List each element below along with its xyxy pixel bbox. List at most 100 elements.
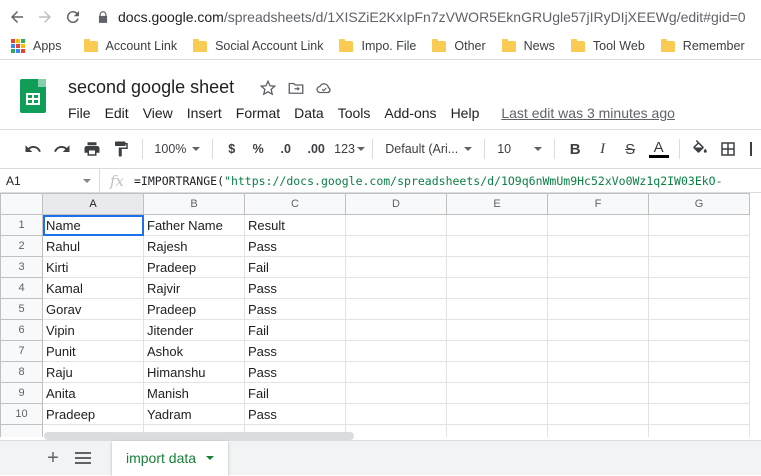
formula-input[interactable]: =IMPORTRANGE("https://docs.google.com/sp… bbox=[134, 174, 723, 188]
name-box[interactable]: A1 bbox=[0, 168, 100, 193]
cell[interactable]: Kirti bbox=[42, 256, 144, 278]
column-header-c[interactable]: C bbox=[244, 193, 346, 215]
cell[interactable] bbox=[547, 319, 649, 341]
reload-icon[interactable] bbox=[62, 6, 84, 28]
cell[interactable] bbox=[446, 340, 548, 362]
cell[interactable] bbox=[648, 214, 750, 236]
cell[interactable]: Punit bbox=[42, 340, 144, 362]
cell[interactable] bbox=[446, 298, 548, 320]
cell[interactable] bbox=[345, 424, 447, 437]
row-header[interactable]: 9 bbox=[0, 382, 43, 404]
cloud-status-icon[interactable] bbox=[314, 78, 334, 98]
menu-help[interactable]: Help bbox=[451, 105, 480, 121]
row-header[interactable]: 10 bbox=[0, 403, 43, 425]
percent-format-button[interactable]: % bbox=[244, 135, 272, 163]
cell[interactable]: Pass bbox=[244, 361, 346, 383]
forward-icon[interactable] bbox=[34, 6, 56, 28]
row-header[interactable]: 8 bbox=[0, 361, 43, 383]
italic-button[interactable]: I bbox=[589, 135, 617, 163]
cell[interactable] bbox=[446, 235, 548, 257]
cell[interactable] bbox=[547, 424, 649, 437]
cell[interactable] bbox=[446, 214, 548, 236]
cell[interactable] bbox=[446, 277, 548, 299]
menu-add-ons[interactable]: Add-ons bbox=[384, 105, 436, 121]
cell[interactable] bbox=[345, 298, 447, 320]
bookmark-tool-web[interactable]: Tool Web bbox=[570, 38, 645, 53]
cell[interactable]: Pass bbox=[244, 340, 346, 362]
cell[interactable] bbox=[345, 235, 447, 257]
bookmark-apps[interactable]: Apps bbox=[33, 39, 62, 53]
cell[interactable] bbox=[345, 256, 447, 278]
cell[interactable]: Kamal bbox=[42, 277, 144, 299]
cell[interactable]: Ashok bbox=[143, 340, 245, 362]
cell[interactable] bbox=[345, 361, 447, 383]
menu-insert[interactable]: Insert bbox=[187, 105, 222, 121]
menu-view[interactable]: View bbox=[143, 105, 173, 121]
bookmark-news[interactable]: News bbox=[501, 38, 555, 53]
cell[interactable]: Rajesh bbox=[143, 235, 245, 257]
redo-icon[interactable] bbox=[47, 135, 76, 163]
increase-decimal-button[interactable]: .00 bbox=[299, 135, 332, 163]
text-color-button[interactable]: A bbox=[644, 135, 673, 163]
cell[interactable]: Result bbox=[244, 214, 346, 236]
back-icon[interactable] bbox=[6, 6, 28, 28]
cell[interactable] bbox=[446, 424, 548, 437]
last-edit-link[interactable]: Last edit was 3 minutes ago bbox=[501, 105, 675, 121]
cell[interactable] bbox=[547, 382, 649, 404]
cell[interactable] bbox=[648, 277, 750, 299]
cell[interactable] bbox=[345, 403, 447, 425]
bookmark-account-link[interactable]: Account Link bbox=[83, 38, 177, 53]
select-all-corner[interactable] bbox=[0, 193, 43, 215]
star-icon[interactable] bbox=[258, 78, 278, 98]
menu-format[interactable]: Format bbox=[236, 105, 280, 121]
cell[interactable] bbox=[648, 382, 750, 404]
cell[interactable] bbox=[345, 382, 447, 404]
column-header-a[interactable]: A bbox=[42, 193, 144, 215]
cell[interactable] bbox=[547, 298, 649, 320]
row-header[interactable] bbox=[0, 424, 43, 437]
cell[interactable] bbox=[345, 277, 447, 299]
more-formats-button[interactable]: 123 bbox=[333, 135, 366, 163]
cell[interactable]: Rajvir bbox=[143, 277, 245, 299]
cell[interactable] bbox=[547, 256, 649, 278]
cell[interactable] bbox=[446, 319, 548, 341]
cell[interactable]: Pradeep bbox=[42, 403, 144, 425]
row-header[interactable]: 4 bbox=[0, 277, 43, 299]
cell[interactable] bbox=[547, 277, 649, 299]
cell[interactable]: Pradeep bbox=[143, 256, 245, 278]
cell[interactable]: Jitender bbox=[143, 319, 245, 341]
fill-color-icon[interactable] bbox=[686, 135, 714, 163]
cell[interactable] bbox=[446, 382, 548, 404]
doc-title[interactable]: second google sheet bbox=[68, 77, 234, 98]
column-header-e[interactable]: E bbox=[446, 193, 548, 215]
strikethrough-button[interactable]: S bbox=[616, 135, 644, 163]
bold-button[interactable]: B bbox=[561, 135, 589, 163]
cell[interactable]: Manish bbox=[143, 382, 245, 404]
cell[interactable] bbox=[547, 235, 649, 257]
column-header-f[interactable]: F bbox=[547, 193, 649, 215]
menu-edit[interactable]: Edit bbox=[105, 105, 129, 121]
cell[interactable]: Raju bbox=[42, 361, 144, 383]
cell[interactable]: Father Name bbox=[143, 214, 245, 236]
cell[interactable] bbox=[648, 256, 750, 278]
row-header[interactable]: 7 bbox=[0, 340, 43, 362]
column-header-g[interactable]: G bbox=[648, 193, 750, 215]
zoom-select[interactable]: 100% bbox=[149, 135, 206, 163]
row-header[interactable]: 1 bbox=[0, 214, 43, 236]
cell[interactable] bbox=[345, 319, 447, 341]
print-icon[interactable] bbox=[77, 135, 106, 163]
currency-format-button[interactable]: $ bbox=[219, 135, 245, 163]
cell[interactable]: Pass bbox=[244, 403, 346, 425]
cell[interactable]: Fail bbox=[244, 319, 346, 341]
menu-file[interactable]: File bbox=[68, 105, 91, 121]
paint-format-icon[interactable] bbox=[106, 135, 135, 163]
cell[interactable] bbox=[345, 214, 447, 236]
row-header[interactable]: 6 bbox=[0, 319, 43, 341]
cell[interactable] bbox=[648, 319, 750, 341]
undo-icon[interactable] bbox=[18, 135, 47, 163]
cell[interactable] bbox=[446, 403, 548, 425]
cell[interactable] bbox=[648, 235, 750, 257]
menu-tools[interactable]: Tools bbox=[338, 105, 371, 121]
sheets-logo-icon[interactable] bbox=[20, 79, 46, 113]
column-header-b[interactable]: B bbox=[143, 193, 245, 215]
